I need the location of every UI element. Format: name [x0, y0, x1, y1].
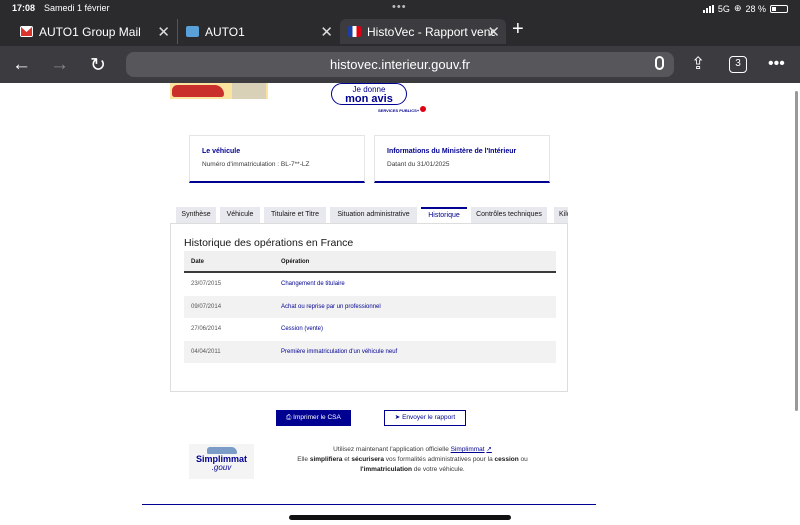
simplimmat-promo: Utilisez maintenant l'application offici…: [275, 445, 550, 475]
tab-switcher-button[interactable]: 3: [729, 56, 747, 73]
services-publics-mark-icon: [420, 106, 427, 112]
promo-emphasis: simplifiera: [309, 456, 343, 463]
table-header: Date Opération: [184, 251, 556, 273]
cars-icon: [206, 447, 237, 454]
share-icon[interactable]: ⇪: [691, 54, 705, 74]
table-row: 27/06/2014 Cession (vente): [184, 318, 556, 341]
tab-vehicule[interactable]: Véhicule: [220, 207, 260, 223]
history-panel: Historique des opérations en France Date…: [170, 223, 568, 392]
sign-image: [232, 83, 266, 99]
tab-label: AUTO1 Group Mail: [39, 24, 141, 39]
services-publics-text: SERVICES PUBLICS+: [378, 108, 420, 113]
ministry-card-title: Informations du Ministère de l'Intérieur: [387, 148, 517, 155]
browser-tab-bar: AUTO1 Group Mail ✕ AUTO1 ✕ HistoVec - Ra…: [0, 16, 800, 46]
battery-percent: 28 %: [745, 3, 766, 14]
more-menu-icon[interactable]: •••: [768, 55, 785, 73]
print-label: Imprimer le CSA: [293, 414, 341, 421]
promo-emphasis: l'immatriculation: [360, 466, 412, 473]
close-tab-icon[interactable]: ✕: [320, 23, 333, 41]
tab-situation[interactable]: Situation administrative: [330, 207, 417, 223]
print-csa-button[interactable]: ⎙ Imprimer le CSA: [276, 410, 351, 426]
services-publics-logo: SERVICES PUBLICS+: [378, 106, 427, 113]
column-header-date: Date: [191, 259, 205, 265]
vehicle-card: Le véhicule Numéro d'immatriculation : B…: [189, 135, 365, 183]
table-row: 23/07/2015 Changement de titulaire: [184, 273, 556, 296]
tab-historique[interactable]: Historique: [421, 207, 467, 223]
close-tab-icon[interactable]: ✕: [157, 23, 170, 41]
forward-arrow-icon[interactable]: →: [50, 54, 69, 76]
scrollbar[interactable]: [795, 91, 798, 411]
row-operation[interactable]: Achat ou reprise par un professionnel: [281, 304, 381, 310]
auto1-icon: [186, 26, 199, 37]
vehicle-illustration: [170, 83, 268, 99]
gmail-icon: [20, 26, 33, 37]
network-type: 5G: [717, 3, 730, 14]
row-operation[interactable]: Première immatriculation d'un véhicule n…: [281, 349, 397, 355]
tab-label: AUTO1: [205, 24, 245, 39]
browser-tab-histovec[interactable]: HistoVec - Rapport vendeur ✕: [340, 19, 506, 44]
tab-controles[interactable]: Contrôles techniques: [471, 207, 547, 223]
feedback-line2: mon avis: [345, 93, 393, 105]
row-date: 23/07/2015: [191, 281, 222, 287]
simplimmat-link[interactable]: Simplimmat: [451, 446, 485, 453]
promo-text: et: [344, 456, 350, 463]
row-date: 27/06/2014: [191, 326, 222, 332]
url-text: histovec.interieur.gouv.fr: [330, 57, 470, 72]
promo-text: Utilisez maintenant l'application offici…: [333, 446, 449, 453]
send-report-button[interactable]: ➤ Envoyer le rapport: [384, 410, 466, 426]
battery-icon: [770, 4, 788, 13]
history-table: Date Opération 23/07/2015 Changement de …: [184, 251, 556, 363]
status-date: Samedi 1 février: [44, 3, 110, 13]
row-date: 09/07/2014: [191, 303, 222, 310]
vehicle-card-title: Le véhicule: [202, 148, 241, 155]
row-operation[interactable]: Cession (vente): [281, 326, 323, 332]
history-title: Historique des opérations en France: [184, 237, 354, 249]
car-image: [172, 85, 224, 97]
external-link-icon: ↗: [486, 446, 492, 453]
home-indicator[interactable]: [289, 515, 511, 520]
row-date: 04/04/2011: [191, 348, 221, 355]
french-flag-icon: [348, 26, 361, 37]
send-icon: ➤: [394, 414, 401, 421]
promo-text: de votre véhicule.: [413, 466, 465, 473]
gouv-wordmark: .gouv: [211, 463, 232, 472]
reload-icon[interactable]: ↻: [90, 54, 106, 77]
new-tab-icon[interactable]: +: [512, 18, 524, 41]
address-bar[interactable]: histovec.interieur.gouv.fr: [126, 52, 674, 77]
table-row: 04/04/2011 Première immatriculation d'un…: [184, 340, 556, 363]
close-tab-icon[interactable]: ✕: [487, 23, 500, 41]
promo-text: ou: [520, 456, 528, 463]
tab-synthese[interactable]: Synthèse: [176, 207, 216, 223]
multitask-dots-icon[interactable]: •••: [392, 1, 407, 13]
browser-tab-auto1[interactable]: AUTO1 ✕: [177, 19, 339, 44]
promo-emphasis: sécurisera: [351, 456, 384, 463]
tab-kilometrage[interactable]: Kilométrage: [554, 207, 568, 223]
status-time: 17:08: [12, 3, 36, 13]
table-row: 09/07/2014 Achat ou reprise par un profe…: [184, 295, 556, 318]
data-date: Datant du 31/01/2025: [387, 161, 450, 168]
registration-number: Numéro d'immatriculation : BL-7**-LZ: [202, 161, 310, 168]
status-bar: 17:08 Samedi 1 février ••• 5G ⊕ 28 %: [0, 0, 800, 16]
promo-text: Elle: [297, 456, 309, 463]
report-tabs: Synthèse Véhicule Titulaire et Titre Sit…: [174, 207, 568, 223]
promo-text: vos formalités administratives pour la: [385, 456, 493, 463]
back-arrow-icon[interactable]: ←: [12, 54, 31, 76]
tab-label: HistoVec - Rapport vendeur: [367, 24, 495, 39]
web-page: Je donne mon avis SERVICES PUBLICS+ Le v…: [0, 83, 800, 525]
row-operation[interactable]: Changement de titulaire: [281, 281, 345, 287]
ministry-card: Informations du Ministère de l'Intérieur…: [374, 135, 550, 183]
microphone-icon[interactable]: [655, 56, 664, 70]
tab-titulaire[interactable]: Titulaire et Titre: [264, 207, 326, 223]
promo-emphasis: cession: [494, 456, 519, 463]
give-feedback-button[interactable]: Je donne mon avis: [331, 83, 407, 105]
footer-divider: [142, 504, 596, 505]
browser-tab-gmail[interactable]: AUTO1 Group Mail ✕: [0, 19, 176, 44]
simplimmat-logo[interactable]: Simplimmat .gouv: [189, 444, 254, 479]
orientation-lock-icon: ⊕: [733, 3, 742, 13]
printer-icon: ⎙: [286, 414, 292, 421]
signal-icon: [702, 4, 714, 13]
column-header-operation: Opération: [281, 259, 310, 265]
browser-toolbar: ← → ↻ histovec.interieur.gouv.fr ⇪ 3 •••: [0, 46, 800, 83]
send-label: Envoyer le rapport: [402, 414, 456, 421]
